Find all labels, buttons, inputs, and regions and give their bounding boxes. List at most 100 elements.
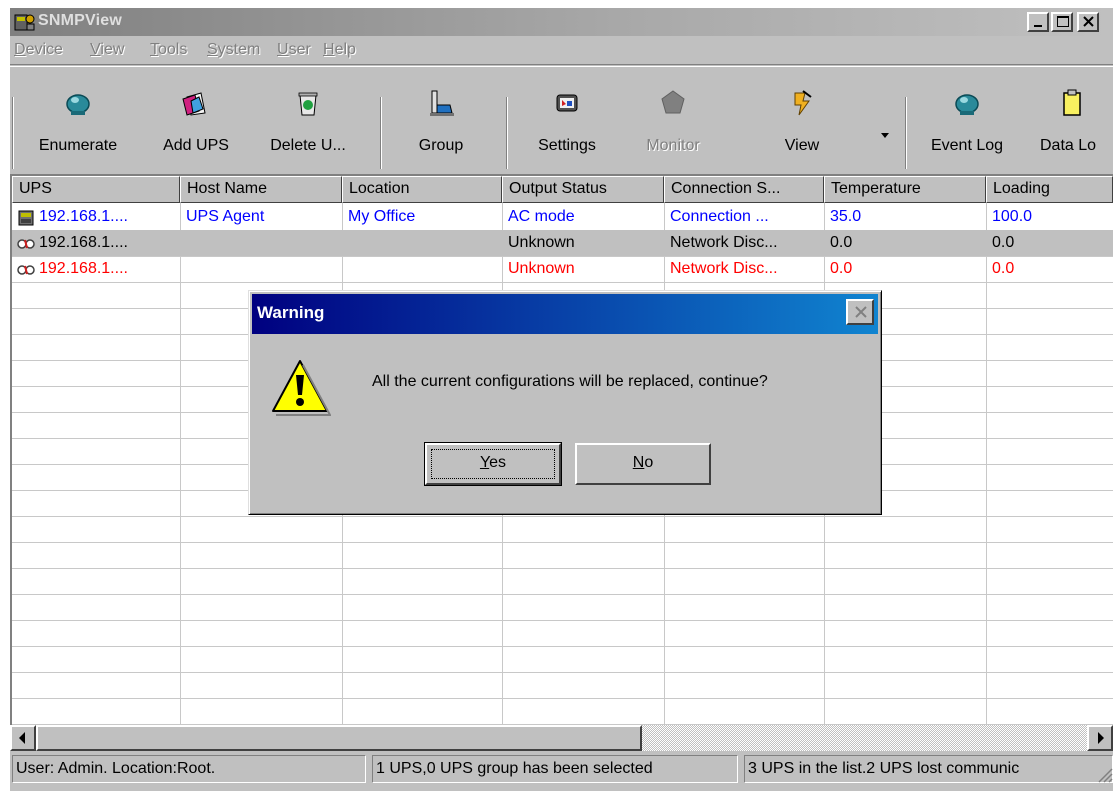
add-ups-icon	[182, 92, 206, 116]
app-icon	[14, 14, 35, 31]
title-bar[interactable]: SNMPView	[10, 8, 1113, 36]
cell-loading: 0.0	[992, 260, 1015, 277]
menu-view[interactable]: View	[90, 41, 124, 59]
grid-row-line	[12, 568, 1113, 569]
column-header-host-name[interactable]: Host Name	[180, 176, 342, 203]
grid-row-line	[12, 594, 1113, 595]
settings-button[interactable]: Settings	[520, 67, 614, 173]
cell-connection-status: Network Disc...	[670, 234, 778, 251]
grid-row-line	[12, 542, 1113, 543]
grid-row-line	[12, 698, 1113, 699]
toolbar-separator	[380, 97, 382, 169]
data-log-icon	[1062, 89, 1081, 116]
close-button[interactable]	[1077, 12, 1099, 32]
menu-help[interactable]: Help	[323, 41, 356, 59]
no-button[interactable]: No	[575, 443, 711, 485]
cell-connection-status: Network Disc...	[670, 260, 778, 277]
ups-device-icon	[18, 210, 34, 226]
cell-ups: 192.168.1....	[39, 234, 128, 251]
status-summary: 3 UPS in the list.2 UPS lost communic	[744, 755, 1113, 783]
disconnected-icon	[17, 265, 35, 275]
maximize-icon	[1057, 16, 1069, 27]
window-title: SNMPView	[38, 12, 122, 29]
toolbar-separator	[905, 97, 907, 169]
grid-row-line	[12, 646, 1113, 647]
toolbar-separator	[506, 97, 508, 169]
disconnected-icon	[17, 239, 35, 249]
table-row[interactable]: 192.168.1.... Unknown Network Disc... 0.…	[12, 256, 1113, 282]
arrow-right-icon	[1098, 732, 1104, 744]
cell-loading: 0.0	[992, 234, 1015, 251]
enumerate-icon	[66, 94, 90, 115]
yes-button[interactable]: Yes	[424, 442, 562, 486]
toolbar-grip	[12, 97, 14, 169]
add-ups-button[interactable]: Add UPS	[152, 67, 240, 173]
cell-temperature: 0.0	[830, 234, 853, 251]
warning-dialog: Warning All the current configurations w…	[248, 290, 882, 515]
event-log-button[interactable]: Event Log	[915, 67, 1019, 173]
cell-host-name: UPS Agent	[186, 208, 265, 225]
scroll-right-button[interactable]	[1087, 725, 1113, 751]
column-header-loading[interactable]: Loading	[986, 176, 1113, 203]
data-log-button[interactable]: Data Lo	[1032, 67, 1113, 173]
cell-output-status: Unknown	[508, 234, 575, 251]
toolbar: Enumerate Add UPS Delete U... Group Sett…	[10, 66, 1113, 172]
recycle-bin-icon	[298, 92, 318, 116]
cell-output-status: AC mode	[508, 208, 575, 225]
menu-device[interactable]: Device	[14, 41, 63, 59]
status-selection: 1 UPS,0 UPS group has been selected	[372, 755, 738, 783]
resize-grip-icon[interactable]	[1095, 765, 1113, 783]
grid-row-line	[12, 620, 1113, 621]
cell-ups: 192.168.1....	[39, 208, 128, 225]
horizontal-scrollbar[interactable]	[10, 725, 1113, 751]
maximize-button[interactable]	[1051, 12, 1073, 32]
close-icon	[855, 306, 867, 318]
arrow-left-icon	[19, 732, 25, 744]
column-header-temperature[interactable]: Temperature	[824, 176, 986, 203]
table-row[interactable]: 192.168.1.... UPS Agent My Office AC mod…	[12, 204, 1113, 230]
cell-temperature: 0.0	[830, 260, 853, 277]
minimize-icon	[1034, 25, 1042, 27]
grid-row-line	[12, 672, 1113, 673]
delete-ups-button[interactable]: Delete U...	[250, 67, 366, 173]
column-header-ups[interactable]: UPS	[12, 176, 180, 203]
status-user: User: Admin. Location:Root.	[12, 755, 366, 783]
column-header-output-status[interactable]: Output Status	[502, 176, 664, 203]
menu-tools[interactable]: Tools	[150, 41, 187, 59]
close-icon	[1083, 16, 1094, 27]
table-row[interactable]: 192.168.1.... Unknown Network Disc... 0.…	[12, 230, 1113, 256]
menu-bar: Device View Tools System User Help	[10, 37, 1113, 65]
dialog-title: Warning	[257, 303, 325, 322]
status-bar: User: Admin. Location:Root. 1 UPS,0 UPS …	[10, 755, 1113, 783]
column-header-location[interactable]: Location	[342, 176, 502, 203]
grid-row-line	[12, 282, 1113, 283]
grid-row-line	[12, 516, 1113, 517]
view-dropdown-arrow-icon[interactable]	[881, 133, 889, 138]
cell-temperature: 35.0	[830, 208, 862, 225]
warning-icon	[272, 360, 331, 416]
event-log-icon	[955, 94, 979, 115]
menu-system[interactable]: System	[207, 41, 260, 59]
cell-output-status: Unknown	[508, 260, 575, 277]
settings-icon	[556, 94, 578, 112]
enumerate-button[interactable]: Enumerate	[18, 67, 138, 173]
cell-loading: 100.0	[992, 208, 1033, 225]
group-icon	[430, 90, 454, 116]
menu-user[interactable]: User	[277, 41, 311, 59]
scroll-thumb[interactable]	[36, 725, 642, 751]
column-header-connection-status[interactable]: Connection S...	[664, 176, 824, 203]
list-header: UPS Host Name Location Output Status Con…	[12, 176, 1113, 203]
dialog-title-bar[interactable]: Warning	[252, 294, 878, 334]
view-icon	[794, 90, 812, 116]
cell-location: My Office	[348, 208, 416, 225]
dialog-message: All the current configurations will be r…	[372, 373, 768, 390]
monitor-button[interactable]: Monitor	[630, 67, 716, 173]
minimize-button[interactable]	[1027, 12, 1049, 32]
cell-ups: 192.168.1....	[39, 260, 128, 277]
cell-connection-status: Connection ...	[670, 208, 769, 225]
scroll-left-button[interactable]	[10, 725, 36, 751]
dialog-close-button[interactable]	[846, 299, 874, 325]
view-button[interactable]: View	[770, 67, 834, 173]
monitor-icon	[661, 90, 685, 114]
group-button[interactable]: Group	[398, 67, 484, 173]
